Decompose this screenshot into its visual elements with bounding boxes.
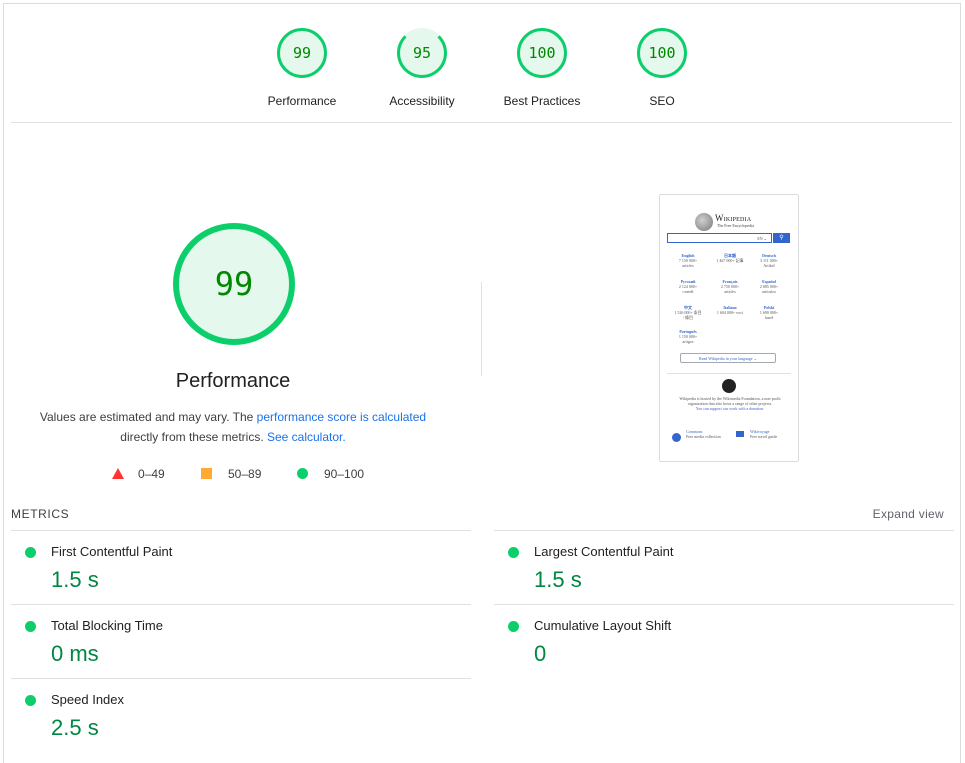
metric-cumulative-layout-shift: Cumulative Layout Shift 0 — [494, 604, 954, 678]
gauge-ring: 100 — [517, 28, 567, 78]
score-calculated-link[interactable]: performance score is calculated — [257, 410, 426, 424]
thumb-read-language-button: Read Wikipedia in your language ⌄ — [680, 353, 776, 363]
category-gauges: 99 Performance 95 Accessibility 100 Best… — [0, 28, 965, 108]
wikivoyage-icon — [736, 431, 744, 437]
pass-circle-icon — [25, 695, 36, 706]
gauge-performance[interactable]: 99 Performance — [242, 28, 362, 108]
thumb-lang-item: Italiano 1 604 000+ voci — [716, 305, 744, 315]
desc-text: Values are estimated and may vary. The — [39, 410, 257, 424]
thumb-lang-item: Deutsch 3 111 000+ Artikel — [760, 253, 778, 268]
metric-first-contentful-paint: First Contentful Paint 1.5 s — [11, 530, 471, 604]
metric-speed-index: Speed Index 2.5 s — [11, 678, 471, 752]
gauge-ring: 95 — [397, 28, 447, 78]
legend-fail-label: 0–49 — [138, 466, 165, 481]
final-screenshot-thumbnail[interactable]: Wikipedia The Free Encyclopedia EN ⌄ ⚲ E… — [659, 194, 799, 462]
gauge-label: Accessibility — [389, 94, 455, 108]
pass-circle-icon — [297, 468, 308, 480]
thumb-footer: Wikipedia is hosted by the Wikimedia Fou… — [679, 396, 781, 411]
metric-name: Total Blocking Time — [51, 618, 163, 633]
gauge-label: Best Practices — [503, 94, 581, 108]
performance-description: Values are estimated and may vary. The p… — [20, 407, 446, 447]
metric-value: 0 ms — [51, 641, 99, 666]
metric-name: Speed Index — [51, 692, 125, 707]
thumb-search-icon: ⚲ — [773, 233, 790, 243]
pass-circle-icon — [25, 547, 36, 558]
pass-circle-icon — [508, 621, 519, 632]
see-calculator-link[interactable]: See calculator. — [267, 430, 346, 444]
thumb-lang-item: Français 2 750 000+ articles — [720, 279, 740, 294]
gauge-ring: 99 — [277, 28, 327, 78]
gauge-best-practices[interactable]: 100 Best Practices — [482, 28, 602, 108]
metrics-heading: METRICS — [11, 507, 70, 521]
legend-pass: 90–100 — [297, 466, 364, 482]
thumb-subtitle: The Free Encyclopedia — [717, 223, 755, 228]
legend-average: 50–89 — [201, 466, 261, 482]
thumb-divider — [667, 373, 791, 374]
metric-total-blocking-time: Total Blocking Time 0 ms — [11, 604, 471, 678]
metric-value: 0 — [534, 641, 547, 666]
legend-average-label: 50–89 — [228, 466, 262, 481]
metric-name: First Contentful Paint — [51, 544, 173, 559]
gauge-accessibility[interactable]: 95 Accessibility — [362, 28, 482, 108]
wikipedia-globe-icon — [695, 213, 713, 231]
gauge-seo[interactable]: 100 SEO — [602, 28, 722, 108]
performance-score-gauge: 99 — [173, 223, 295, 345]
legend-pass-label: 90–100 — [324, 466, 365, 481]
fail-triangle-icon — [112, 468, 124, 480]
thumb-title: Wikipedia — [715, 213, 752, 223]
expand-view-toggle[interactable]: Expand view — [873, 507, 944, 521]
vertical-separator — [481, 282, 482, 376]
thumb-lang-item: Русский 2 124 000+ статей — [678, 279, 698, 294]
thumb-search-input: EN ⌄ — [667, 233, 772, 243]
thumb-lang-item: 日本語 1 467 000+ 記事 — [716, 253, 744, 263]
metrics-right-column: Largest Contentful Paint 1.5 s Cumulativ… — [494, 530, 954, 678]
average-square-icon — [201, 468, 212, 480]
gauge-label: Performance — [267, 94, 337, 108]
thumb-lang-item: Español 2 085 000+ artículos — [759, 279, 779, 294]
gauge-label: SEO — [649, 94, 675, 108]
gauge-ring: 100 — [637, 28, 687, 78]
commons-icon — [672, 433, 681, 442]
metric-name: Cumulative Layout Shift — [534, 618, 672, 633]
metric-value: 1.5 s — [51, 567, 99, 592]
thumb-lang-item: English 7 150 000+ articles — [678, 253, 698, 268]
metric-value: 1.5 s — [534, 567, 582, 592]
thumb-project-wikivoyage: Wikivoyage Free travel guide — [750, 429, 778, 439]
pass-circle-icon — [508, 547, 519, 558]
thumb-lang-item: Polski 1 690 000+ haseł — [759, 305, 779, 320]
thumb-lang-item: 中文 1 526 000+ 条目 / 條目 — [674, 305, 702, 320]
metrics-left-column: First Contentful Paint 1.5 s Total Block… — [11, 530, 471, 752]
wikimedia-logo-icon — [722, 379, 736, 393]
pass-circle-icon — [25, 621, 36, 632]
performance-title: Performance — [175, 370, 291, 392]
metric-largest-contentful-paint: Largest Contentful Paint 1.5 s — [494, 530, 954, 604]
thumb-lang-item: Português 1 150 000+ artigos — [678, 329, 698, 344]
metric-value: 2.5 s — [51, 715, 99, 740]
header-divider — [11, 122, 952, 123]
thumb-project-commons: Commons Free media collection — [686, 429, 721, 439]
metric-name: Largest Contentful Paint — [534, 544, 674, 559]
legend-fail: 0–49 — [112, 466, 165, 482]
desc-text: directly from these metrics. — [120, 430, 267, 444]
